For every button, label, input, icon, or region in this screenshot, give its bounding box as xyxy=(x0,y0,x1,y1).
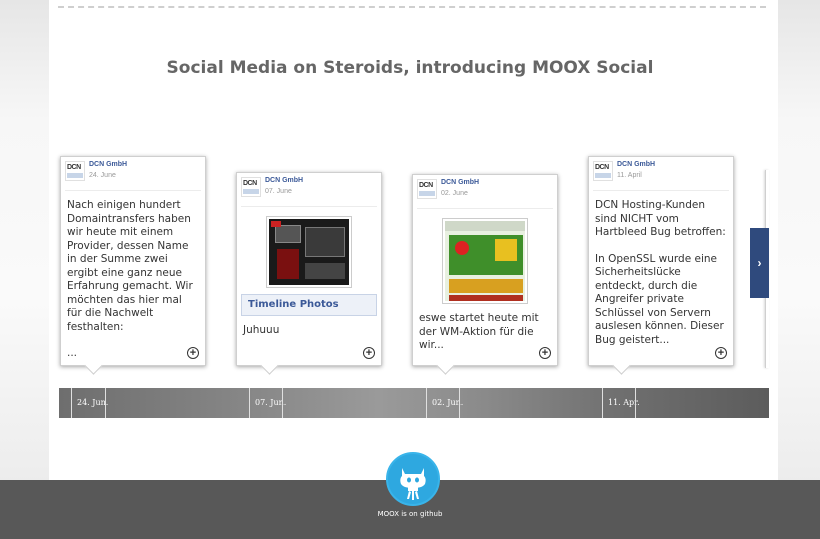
post-date: 02. June xyxy=(441,190,468,197)
timeline-label[interactable]: 24. Jun. xyxy=(77,398,108,407)
post-author[interactable]: DCN GmbH xyxy=(441,179,479,186)
post-header: DCN DCN GmbH 07. June xyxy=(241,173,377,207)
expand-plus-icon[interactable]: + xyxy=(187,347,199,359)
page-title: Social Media on Steroids, introducing MO… xyxy=(166,58,654,78)
post-text: DCN Hosting-Kunden sind NICHT vom Hartbl… xyxy=(595,199,726,346)
expand-plus-icon[interactable]: + xyxy=(539,347,551,359)
post-date: 11. April xyxy=(617,172,642,179)
timeline-photos-link[interactable]: Timeline Photos xyxy=(241,294,377,316)
dcn-logo: DCN xyxy=(65,161,85,181)
github-octocat-icon[interactable] xyxy=(386,452,440,506)
dcn-logo: DCN xyxy=(593,161,613,181)
timeline-bar[interactable]: 24. Jun. 07. Jun. 02. Jun. 11. Apr. xyxy=(59,388,769,418)
post-header: DCN DCN GmbH 24. June xyxy=(65,157,201,191)
post-card[interactable]: DCN DCN GmbH 24. June Nach einigen hunde… xyxy=(60,156,206,366)
post-author[interactable]: DCN GmbH xyxy=(617,161,655,168)
expand-plus-icon[interactable]: + xyxy=(715,347,727,359)
chevron-right-icon: › xyxy=(757,256,762,270)
post-text: eswe startet heute mit der WM-Aktion für… xyxy=(419,312,539,351)
next-arrow-button[interactable]: › xyxy=(750,228,769,298)
post-card[interactable]: DCN DCN GmbH 11. April DCN Hosting-Kunde… xyxy=(588,156,734,366)
post-text: Juhuuu xyxy=(243,324,280,336)
expand-plus-icon[interactable]: + xyxy=(363,347,375,359)
github-link[interactable]: MOOX is on github xyxy=(0,510,820,518)
post-card[interactable]: DCN DCN GmbH 07. June Timeline Photos Ju… xyxy=(236,172,382,366)
post-author[interactable]: DCN GmbH xyxy=(265,177,303,184)
post-photo-thumbnail[interactable] xyxy=(266,216,352,288)
dcn-logo: DCN xyxy=(417,179,437,199)
dcn-logo: DCN xyxy=(241,177,261,197)
dashed-divider xyxy=(58,6,766,8)
post-header: DCN DCN GmbH 11. April xyxy=(593,157,729,191)
post-card[interactable]: DCN DCN GmbH 02. June eswe startet heute… xyxy=(412,174,558,366)
post-header: DCN DCN GmbH 02. June xyxy=(417,175,553,209)
post-photo-thumbnail[interactable] xyxy=(442,218,528,304)
post-date: 24. June xyxy=(89,172,116,179)
post-author[interactable]: DCN GmbH xyxy=(89,161,127,168)
post-date: 07. June xyxy=(265,188,292,195)
post-text: Nach einigen hundert Domaintransfers hab… xyxy=(67,199,193,359)
